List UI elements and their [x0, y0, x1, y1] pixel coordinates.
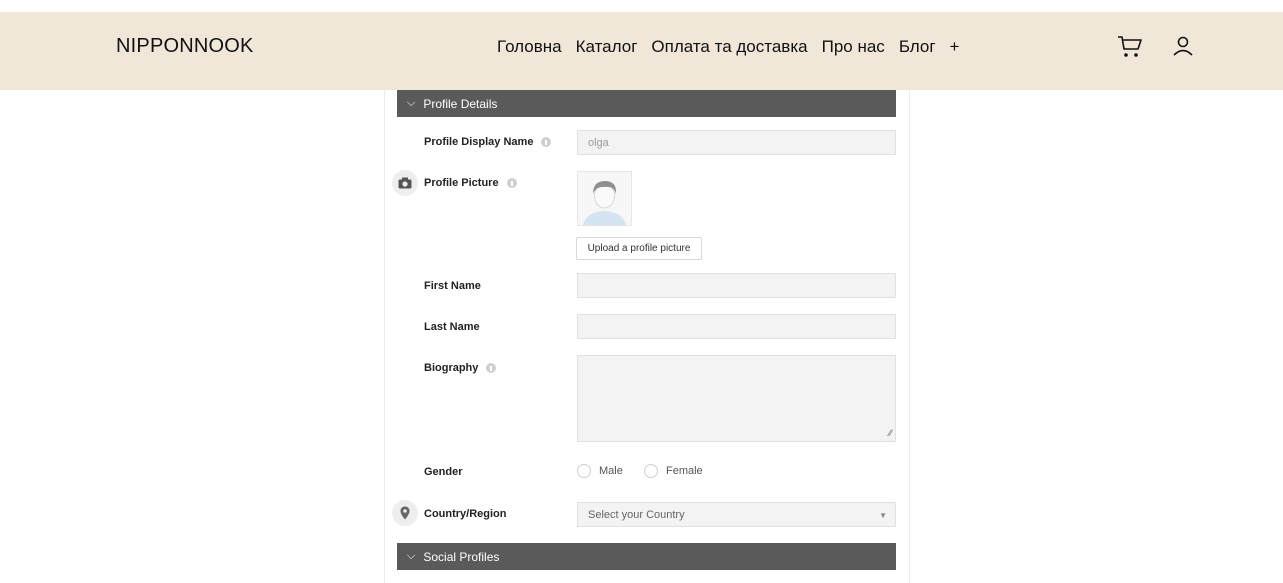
- section-profile-details[interactable]: ⌵ Profile Details: [397, 90, 896, 117]
- radio-icon[interactable]: [577, 464, 591, 478]
- display-name-field[interactable]: olga: [577, 130, 896, 155]
- gender-option-male[interactable]: Male: [577, 464, 623, 478]
- camera-icon: [392, 170, 418, 196]
- user-icon[interactable]: [1171, 34, 1195, 58]
- first-name-label: First Name: [424, 280, 481, 292]
- main-nav: Головна Каталог Оплата та доставка Про н…: [497, 37, 959, 57]
- avatar: [577, 171, 632, 226]
- nav-item-more[interactable]: +: [950, 37, 960, 57]
- nav-item-catalog[interactable]: Каталог: [576, 37, 638, 57]
- profile-picture-label-text: Profile Picture: [424, 177, 499, 189]
- first-name-field[interactable]: [577, 273, 896, 298]
- gender-option-label: Male: [599, 465, 623, 477]
- info-icon[interactable]: [541, 137, 552, 147]
- biography-label: Biography: [424, 362, 497, 374]
- last-name-field[interactable]: [577, 314, 896, 339]
- upload-picture-button[interactable]: Upload a profile picture: [576, 237, 702, 260]
- section-title: Social Profiles: [423, 549, 500, 564]
- biography-label-text: Biography: [424, 362, 479, 374]
- gender-label: Gender: [424, 466, 463, 478]
- chevron-down-icon: ⌵: [407, 550, 416, 562]
- nav-item-blog[interactable]: Блог: [899, 37, 936, 57]
- nav-item-payment-delivery[interactable]: Оплата та доставка: [651, 37, 807, 57]
- country-label: Country/Region: [424, 508, 507, 520]
- info-icon[interactable]: [486, 363, 497, 373]
- last-name-label: Last Name: [424, 321, 480, 333]
- nav-item-about[interactable]: Про нас: [822, 37, 885, 57]
- section-social-profiles[interactable]: ⌵ Social Profiles: [397, 543, 896, 570]
- display-name-label: Profile Display Name: [424, 136, 552, 148]
- gender-option-label: Female: [666, 465, 703, 477]
- country-select[interactable]: Select your Country ▼: [577, 502, 896, 527]
- nav-item-home[interactable]: Головна: [497, 37, 562, 57]
- biography-textarea[interactable]: ∕∕: [577, 355, 896, 442]
- radio-icon[interactable]: [644, 464, 658, 478]
- location-pin-icon: [392, 500, 418, 526]
- brand-logo[interactable]: NIPPONNOOK: [116, 35, 254, 58]
- section-title: Profile Details: [423, 96, 498, 111]
- site-header: NIPPONNOOK Головна Каталог Оплата та дос…: [0, 12, 1283, 90]
- display-name-label-text: Profile Display Name: [424, 136, 534, 148]
- cart-icon[interactable]: [1117, 34, 1143, 60]
- resize-handle-icon[interactable]: ∕∕: [889, 428, 892, 438]
- caret-down-icon: ▼: [879, 511, 887, 520]
- info-icon[interactable]: [506, 178, 517, 188]
- country-select-value: Select your Country: [588, 508, 685, 521]
- chevron-down-icon: ⌵: [407, 97, 416, 109]
- gender-option-female[interactable]: Female: [644, 464, 703, 478]
- profile-picture-label: Profile Picture: [424, 177, 517, 189]
